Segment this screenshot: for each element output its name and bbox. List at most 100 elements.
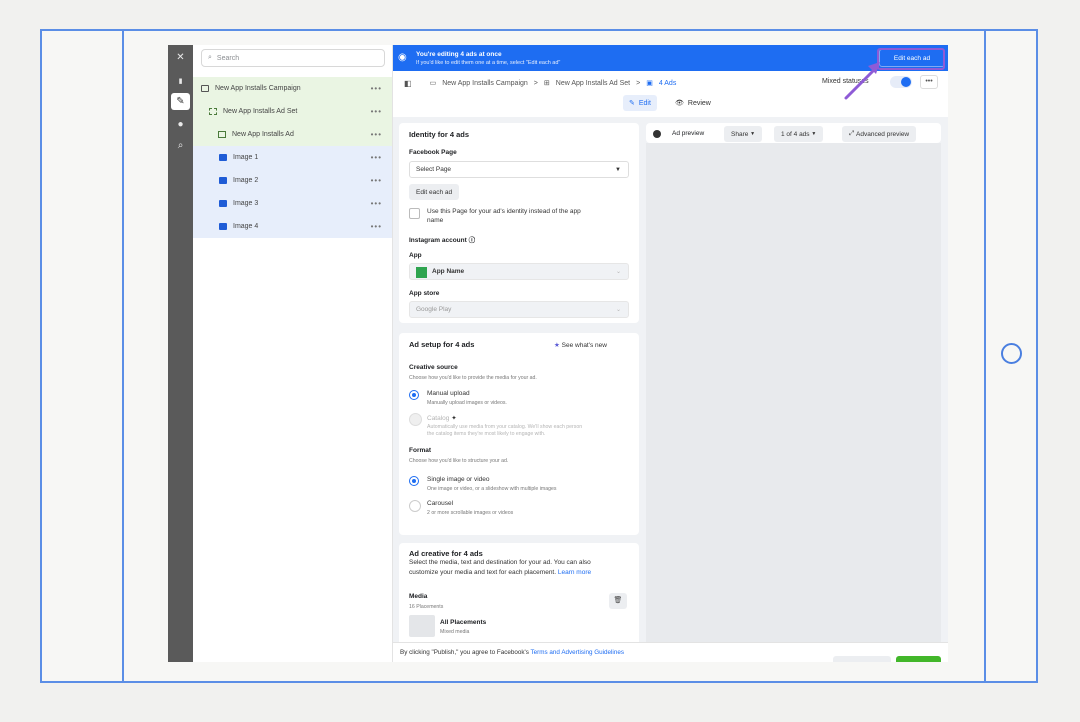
more-options-button[interactable]: ••• — [920, 75, 938, 89]
publish-footer: By clicking "Publish," you agree to Face… — [393, 642, 948, 662]
close-button[interactable] — [833, 656, 891, 662]
ad-setup-heading: Ad setup for 4 ads — [409, 340, 475, 349]
info-icon[interactable]: ⓘ — [469, 237, 476, 244]
use-page-label-cont: name — [427, 217, 444, 224]
more-options-icon[interactable]: ••• — [371, 199, 382, 208]
ad-count-dropdown[interactable]: 1 of 4 ads ▼ — [774, 126, 824, 142]
tree-item-label: New App Installs Ad Set — [223, 108, 298, 115]
tree-item-image-2[interactable]: Image 2 ••• — [193, 169, 392, 192]
image-icon — [219, 200, 227, 207]
tab-edit[interactable]: ✎ Edit — [623, 95, 657, 111]
image-icon — [219, 223, 227, 230]
carousel-label: Carousel — [427, 500, 454, 507]
creative-source-label: Creative source — [409, 364, 458, 371]
carousel-radio[interactable] — [409, 500, 421, 512]
use-page-label: Use this Page for your ad's identity ins… — [427, 208, 581, 215]
image-icon — [219, 154, 227, 161]
breadcrumb-separator: > — [636, 79, 641, 87]
manual-upload-label: Manual upload — [427, 390, 470, 397]
whats-new-label: See what's new — [561, 342, 607, 349]
tab-edit-label: Edit — [638, 99, 651, 107]
more-options-icon[interactable]: ••• — [371, 222, 382, 231]
catalog-radio[interactable] — [409, 413, 422, 426]
preview-toggle-icon[interactable] — [653, 130, 661, 138]
sparkle-icon: ✦ — [451, 415, 457, 422]
terms-text: By clicking "Publish," you agree to Face… — [400, 649, 624, 656]
advanced-preview-button[interactable]: ⤢ Advanced preview — [842, 126, 917, 142]
share-label: Share — [731, 130, 749, 138]
caret-down-icon: ▼ — [750, 131, 756, 137]
instagram-label: Instagram account ⓘ — [409, 234, 475, 244]
app-store-select[interactable]: Google Play ⌄ — [409, 301, 629, 318]
single-image-radio[interactable] — [409, 476, 419, 486]
ad-creative-heading: Ad creative for 4 ads — [409, 549, 483, 558]
tab-review-label: Review — [687, 99, 711, 107]
banner-subtitle: If you'd like to edit them one at a time… — [416, 60, 561, 66]
ad-set-icon: ⊞ — [543, 80, 550, 87]
ad-preview-label: Ad preview — [672, 130, 705, 137]
app-select[interactable]: App Name ⌄ — [409, 263, 629, 280]
catalog-desc-cont: the catalog items they're most likely to… — [427, 431, 546, 437]
panel-toggle-icon[interactable]: ◧ — [404, 79, 412, 88]
catalog-label-text: Catalog — [427, 415, 450, 422]
pencil-icon: ✎ — [629, 100, 635, 107]
use-page-checkbox[interactable] — [409, 208, 420, 219]
terms-link[interactable]: Terms and Advertising Guidelines — [531, 649, 624, 656]
format-help: Choose how you'd like to structure your … — [409, 458, 509, 464]
trash-icon[interactable]: 🗑 — [609, 593, 627, 609]
format-label: Format — [409, 447, 432, 454]
tree-item-image-4[interactable]: Image 4 ••• — [193, 215, 392, 238]
caret-down-icon: ▼ — [615, 166, 621, 173]
campaign-tree-panel: ⌕ Search New App Installs Campaign ••• N… — [193, 45, 393, 662]
media-label: Media — [409, 593, 428, 600]
terms-prefix: By clicking "Publish," you agree to Face… — [400, 649, 529, 656]
catalog-label: Catalog ✦ — [427, 414, 457, 422]
sidebar-rail: ✕ ▮ ✎ ● ⌕ — [168, 45, 193, 662]
search-placeholder: Search — [216, 54, 240, 62]
learn-more-link[interactable]: Learn more — [558, 569, 591, 576]
facebook-page-select[interactable]: Select Page ▼ — [409, 161, 629, 178]
device-bezel-left — [122, 29, 124, 683]
more-options-icon[interactable]: ••• — [371, 107, 382, 116]
breadcrumb-ads[interactable]: 4 Ads — [659, 80, 677, 87]
share-dropdown[interactable]: Share ▼ — [724, 126, 763, 142]
carousel-desc: 2 or more scrollable images or videos — [427, 510, 514, 516]
image-icon — [219, 177, 227, 184]
tree-item-image-3[interactable]: Image 3 ••• — [193, 192, 392, 215]
eye-icon: ◉ — [398, 52, 407, 63]
ad-creative-desc-cont: customize your media and text for each p… — [409, 569, 591, 576]
breadcrumb-separator: > — [533, 79, 538, 87]
facebook-page-value: Select Page — [416, 166, 452, 173]
tab-review[interactable]: 👁 Review — [669, 95, 717, 111]
breadcrumb-adset[interactable]: New App Installs Ad Set — [556, 80, 630, 87]
manual-upload-radio[interactable] — [409, 390, 419, 400]
chevron-down-icon: ⌄ — [615, 307, 621, 313]
device-home-button[interactable] — [1001, 343, 1022, 364]
app-value: App Name — [432, 268, 465, 275]
caret-down-icon: ▼ — [811, 131, 817, 137]
publish-button[interactable] — [896, 656, 941, 662]
bar-chart-icon[interactable]: ▮ — [171, 72, 190, 89]
clock-icon[interactable]: ● — [171, 116, 190, 133]
close-icon[interactable]: ✕ — [171, 49, 190, 66]
more-options-icon[interactable]: ••• — [371, 84, 382, 93]
tree-item-label: Image 4 — [233, 223, 259, 230]
device-bezel-right — [984, 29, 986, 683]
ad-icon — [218, 131, 226, 138]
more-options-icon[interactable]: ••• — [371, 176, 382, 185]
pencil-icon[interactable]: ✎ — [171, 93, 190, 110]
breadcrumb-campaign[interactable]: New App Installs Campaign — [442, 80, 528, 87]
status-toggle[interactable] — [890, 76, 912, 88]
tree-item-adset[interactable]: New App Installs Ad Set ••• — [193, 100, 392, 123]
mixed-media-label: Mixed media — [440, 629, 470, 635]
tree-item-image-1[interactable]: Image 1 ••• — [193, 146, 392, 169]
creative-source-help: Choose how you'd like to provide the med… — [409, 375, 537, 381]
more-options-icon[interactable]: ••• — [371, 130, 382, 139]
whats-new-link[interactable]: ★ See what's new — [554, 341, 607, 349]
search-input[interactable]: ⌕ Search — [201, 49, 385, 67]
edit-each-ad-button[interactable]: Edit each ad — [409, 184, 460, 200]
more-options-icon[interactable]: ••• — [371, 153, 382, 162]
search-icon[interactable]: ⌕ — [171, 137, 190, 154]
tree-item-ad[interactable]: New App Installs Ad ••• — [193, 123, 392, 146]
tree-item-campaign[interactable]: New App Installs Campaign ••• — [193, 77, 392, 100]
